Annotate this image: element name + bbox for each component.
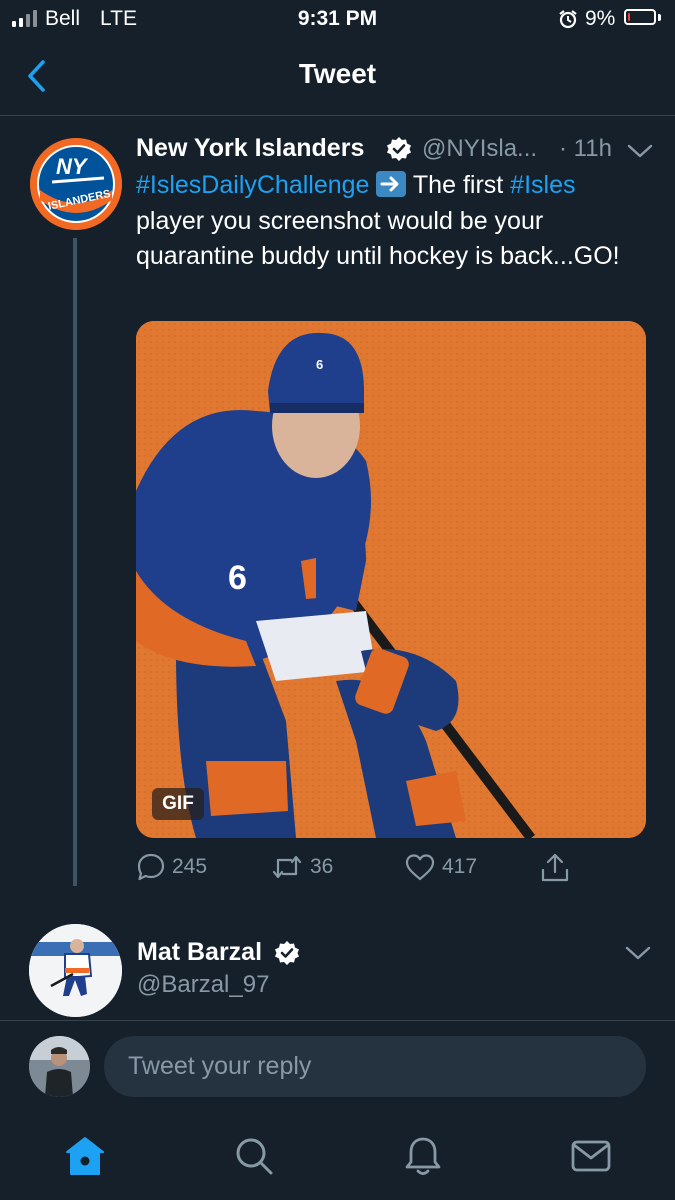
hashtag-link[interactable]: #IslesDailyChallenge xyxy=(136,171,369,199)
author-handle[interactable]: @NYIsla... xyxy=(422,135,537,163)
player-photo xyxy=(29,924,122,1017)
heart-icon xyxy=(405,854,435,881)
author-name[interactable]: Mat Barzal xyxy=(137,938,262,967)
reply-icon xyxy=(137,853,165,881)
hockey-player-image: 6 6 xyxy=(136,321,646,838)
chevron-down-icon[interactable] xyxy=(626,142,654,160)
gif-badge: GIF xyxy=(152,788,204,820)
tweet-timestamp: · 11h xyxy=(559,135,612,162)
like-button[interactable]: 417 xyxy=(404,852,477,882)
page-title: Tweet xyxy=(298,58,377,89)
tweet-text-part: The first xyxy=(406,171,511,199)
home-icon[interactable] xyxy=(63,1134,107,1178)
alarm-icon xyxy=(559,10,577,29)
status-bar: Bell LTE 9:31 PM 9% xyxy=(0,0,675,40)
verified-badge-icon xyxy=(387,137,411,161)
retweet-button[interactable]: 36 xyxy=(270,852,333,882)
user-photo xyxy=(29,1036,90,1097)
notifications-icon[interactable] xyxy=(401,1134,445,1178)
tweet-media-gif[interactable]: 6 6 xyxy=(136,321,646,838)
author-handle[interactable]: @Barzal_97 xyxy=(137,971,269,999)
islanders-logo: NY ISLANDERS xyxy=(30,138,122,230)
verified-badge-icon xyxy=(275,941,299,965)
svg-text:6: 6 xyxy=(316,357,323,372)
battery-cap xyxy=(658,14,661,21)
hashtag-link[interactable]: #Isles xyxy=(510,171,575,199)
battery-icon xyxy=(624,9,656,25)
thread-line xyxy=(73,238,77,886)
retweet-count: 36 xyxy=(310,855,334,878)
avatar[interactable] xyxy=(29,924,122,1017)
reply-input[interactable]: Tweet your reply xyxy=(104,1036,646,1097)
retweet-icon xyxy=(272,855,302,879)
reply-count: 245 xyxy=(172,855,208,878)
composer-divider xyxy=(0,1020,675,1021)
battery-percent: 9% xyxy=(585,7,616,30)
svg-text:6: 6 xyxy=(228,559,247,597)
share-icon[interactable] xyxy=(540,852,570,884)
chevron-down-icon[interactable] xyxy=(624,944,652,962)
author-name[interactable]: New York Islanders xyxy=(136,134,364,163)
user-avatar[interactable] xyxy=(29,1036,90,1097)
reply-button[interactable]: 245 xyxy=(136,852,207,882)
tweet-text-part: player you screenshot would be your quar… xyxy=(136,206,620,271)
arrow-right-emoji-icon xyxy=(376,171,407,197)
header-divider xyxy=(0,115,675,116)
battery-fill xyxy=(628,13,630,21)
search-icon[interactable] xyxy=(232,1134,276,1178)
messages-icon[interactable] xyxy=(569,1134,613,1178)
avatar[interactable]: NY ISLANDERS xyxy=(30,138,122,230)
like-count: 417 xyxy=(442,855,478,878)
svg-text:NY: NY xyxy=(56,154,89,179)
tweet-text: #IslesDailyChallenge The first #Isles pl… xyxy=(136,168,636,275)
